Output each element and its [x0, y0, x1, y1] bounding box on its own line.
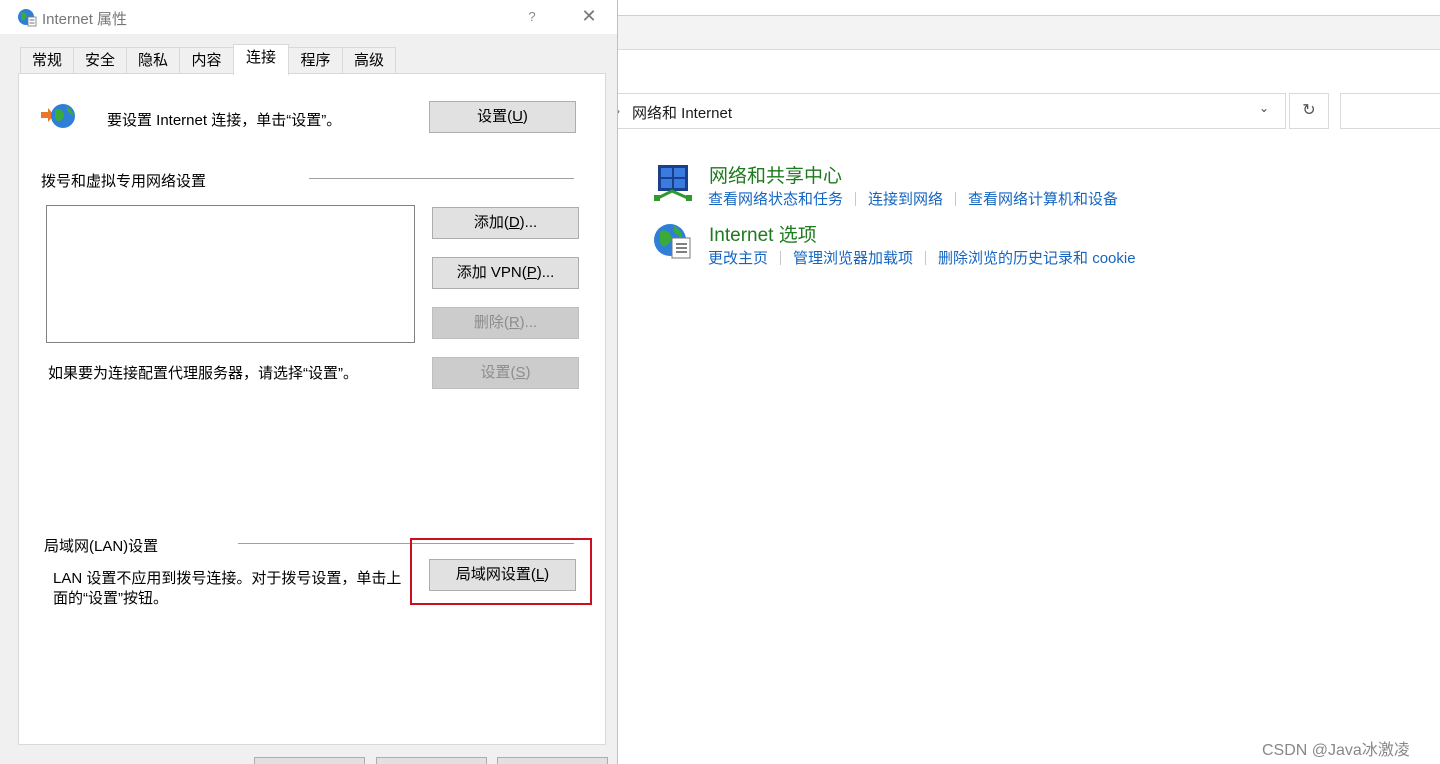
- refresh-button[interactable]: ↻: [1289, 93, 1329, 129]
- tab-general[interactable]: 常规: [20, 47, 74, 74]
- highlight-box: [410, 538, 592, 605]
- category-title[interactable]: Internet 选项: [709, 220, 817, 247]
- category-title[interactable]: 网络和共享中心: [709, 161, 842, 188]
- cancel-button[interactable]: [376, 757, 487, 764]
- tab-security[interactable]: 安全: [73, 47, 127, 74]
- add-button-label-end: )...: [519, 214, 538, 231]
- address-dropdown-icon[interactable]: ⌄: [1259, 101, 1269, 115]
- address-breadcrumb[interactable]: 网络和 Internet: [632, 102, 732, 123]
- search-input[interactable]: [1340, 93, 1440, 129]
- apply-button[interactable]: [497, 757, 608, 764]
- globe-arrow-icon: [41, 104, 75, 128]
- dialup-settings-button-accesskey: S: [515, 364, 526, 381]
- add-button-accesskey: D: [508, 214, 520, 231]
- setup-button-label: 设置(: [477, 108, 513, 125]
- link-divider: [925, 251, 927, 265]
- tab-connections[interactable]: 连接: [233, 44, 289, 75]
- setup-instruction: 要设置 Internet 连接，单击“设置”。: [107, 112, 342, 129]
- proxy-instruction: 如果要为连接配置代理服务器，请选择“设置”。: [48, 365, 358, 382]
- link-connect-network[interactable]: 连接到网络: [868, 191, 943, 208]
- category-links: 更改主页 管理浏览器加载项 删除浏览的历史记录和 cookie: [708, 247, 1136, 268]
- lan-group-label: 局域网(LAN)设置: [44, 538, 159, 555]
- refresh-icon: ↻: [1302, 102, 1316, 119]
- add-vpn-button-label: 添加 VPN(: [456, 264, 527, 281]
- watermark: CSDN @Java冰激凌: [1262, 742, 1410, 759]
- close-button[interactable]: ✕: [578, 4, 600, 28]
- link-view-computers[interactable]: 查看网络计算机和设备: [968, 191, 1118, 208]
- internet-properties-dialog: Internet 属性 ? ✕ 常规 安全 隐私 内容 连接 程序 高级 要设置…: [0, 0, 618, 764]
- remove-button-label-end: )...: [519, 314, 538, 331]
- network-sharing-icon: [654, 165, 692, 201]
- dialup-settings-button-label: 设置(: [480, 364, 516, 381]
- dialog-titlebar[interactable]: Internet 属性 ? ✕: [0, 0, 617, 34]
- link-change-homepage[interactable]: 更改主页: [708, 250, 768, 267]
- tab-advanced[interactable]: 高级: [342, 47, 396, 74]
- add-button-label: 添加(: [473, 214, 509, 231]
- link-divider: [955, 192, 957, 206]
- help-button[interactable]: ?: [521, 6, 543, 28]
- add-vpn-button-label-end: )...: [536, 264, 555, 281]
- remove-button[interactable]: 删除(R)...: [432, 307, 579, 339]
- category-links: 查看网络状态和任务 连接到网络 查看网络计算机和设备: [708, 188, 1118, 209]
- lan-description-line1: LAN 设置不应用到拨号连接。对于拨号设置，单击上: [53, 570, 402, 587]
- dialup-group-label: 拨号和虚拟专用网络设置: [41, 173, 207, 190]
- add-button[interactable]: 添加(D)...: [432, 207, 579, 239]
- setup-button-accesskey: U: [512, 108, 523, 125]
- dialog-title: Internet 属性: [42, 11, 128, 28]
- tab-privacy[interactable]: 隐私: [126, 47, 180, 74]
- dialup-settings-button[interactable]: 设置(S): [432, 357, 579, 389]
- connections-listbox[interactable]: [46, 205, 415, 343]
- ok-button[interactable]: [254, 757, 365, 764]
- link-divider: [780, 251, 782, 265]
- lan-description-line2: 面的“设置”按钮。: [53, 590, 168, 607]
- add-vpn-button[interactable]: 添加 VPN(P)...: [432, 257, 579, 289]
- add-vpn-button-accesskey: P: [526, 264, 537, 281]
- tab-programs[interactable]: 程序: [288, 47, 343, 74]
- link-divider: [855, 192, 857, 206]
- link-delete-history[interactable]: 删除浏览的历史记录和 cookie: [938, 250, 1136, 267]
- group-divider: [309, 178, 574, 179]
- remove-button-label: 删除(: [473, 314, 509, 331]
- link-manage-addons[interactable]: 管理浏览器加载项: [793, 250, 913, 267]
- link-view-network-status[interactable]: 查看网络状态和任务: [708, 191, 843, 208]
- setup-button-label-end: ): [522, 108, 528, 125]
- window-toolbar-band: [618, 16, 1440, 50]
- remove-button-accesskey: R: [508, 314, 520, 331]
- internet-options-icon: [654, 224, 691, 259]
- setup-button[interactable]: 设置(U): [429, 101, 576, 133]
- globe-icon: [18, 9, 37, 27]
- dialup-settings-button-label-end: ): [525, 364, 531, 381]
- tab-content[interactable]: 内容: [179, 47, 234, 74]
